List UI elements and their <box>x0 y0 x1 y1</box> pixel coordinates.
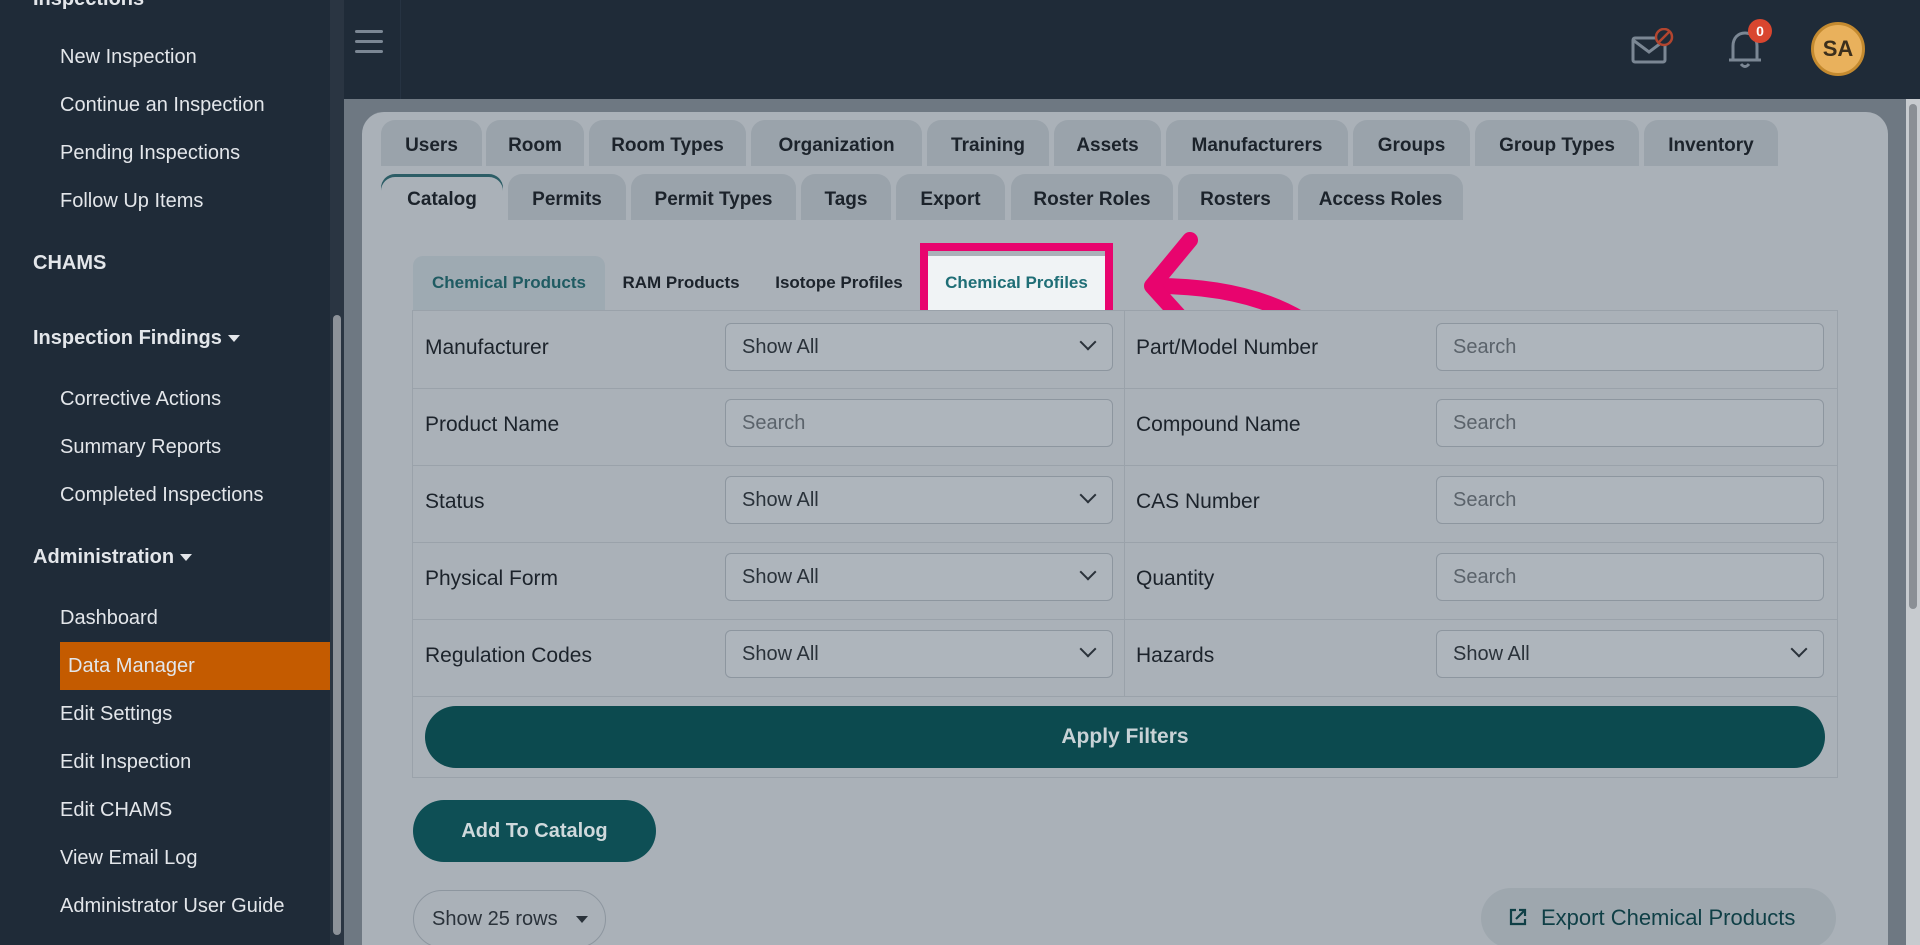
sidebar-item-new-inspection[interactable]: New Inspection <box>60 46 197 69</box>
sidebar-scrollbar-thumb[interactable] <box>333 315 341 935</box>
regulation-codes-label: Regulation Codes <box>425 644 592 667</box>
sidebar-item-follow-up-items[interactable]: Follow Up Items <box>60 190 203 213</box>
caret-down-icon <box>227 335 240 343</box>
sidebar-section-administration[interactable]: Administration <box>33 546 193 569</box>
physical-form-select[interactable]: Show All <box>725 553 1113 601</box>
compound-name-input[interactable]: Search <box>1436 399 1824 447</box>
quantity-input[interactable]: Search <box>1436 553 1824 601</box>
sidebar-item-view-email-log[interactable]: View Email Log <box>60 847 197 870</box>
tab-access-roles[interactable]: Access Roles <box>1298 174 1463 220</box>
chevron-down-icon <box>1079 486 1097 504</box>
row-divider <box>413 696 1837 697</box>
sidebar-item-edit-settings[interactable]: Edit Settings <box>60 703 172 726</box>
physical-form-label: Physical Form <box>425 567 559 590</box>
tab-room[interactable]: Room <box>486 120 584 166</box>
quantity-label: Quantity <box>1136 567 1215 590</box>
sidebar-section-inspections[interactable]: Inspections <box>33 0 144 11</box>
part-model-input[interactable]: Search <box>1436 323 1824 371</box>
sidebar-item-corrective-actions[interactable]: Corrective Actions <box>60 388 221 411</box>
add-to-catalog-button[interactable]: Add To Catalog <box>413 800 656 862</box>
cas-number-label: CAS Number <box>1136 490 1260 513</box>
hazards-label: Hazards <box>1136 644 1215 667</box>
sidebar-item-edit-chams[interactable]: Edit CHAMS <box>60 799 172 822</box>
avatar[interactable]: SA <box>1811 22 1865 76</box>
manufacturer-select[interactable]: Show All <box>725 323 1113 371</box>
select-value: Show All <box>1453 643 1530 665</box>
tab-manufacturers[interactable]: Manufacturers <box>1166 120 1348 166</box>
status-label: Status <box>425 490 485 513</box>
page-scrollbar-thumb[interactable] <box>1909 104 1917 609</box>
tab-group-types[interactable]: Group Types <box>1475 120 1639 166</box>
sidebar-item-pending-inspections[interactable]: Pending Inspections <box>60 142 240 165</box>
tab-roster-roles[interactable]: Roster Roles <box>1011 174 1173 220</box>
tab-permits[interactable]: Permits <box>508 174 626 220</box>
tab-organization[interactable]: Organization <box>751 120 922 166</box>
cas-number-input[interactable]: Search <box>1436 476 1824 524</box>
tab-groups[interactable]: Groups <box>1353 120 1470 166</box>
compound-name-label: Compound Name <box>1136 413 1301 436</box>
product-name-label: Product Name <box>425 413 560 436</box>
tab-permit-types[interactable]: Permit Types <box>631 174 796 220</box>
tab-inventory[interactable]: Inventory <box>1644 120 1778 166</box>
tab-export[interactable]: Export <box>896 174 1005 220</box>
regulation-codes-select[interactable]: Show All <box>725 630 1113 678</box>
hazards-select[interactable]: Show All <box>1436 630 1824 678</box>
tab-room-types[interactable]: Room Types <box>589 120 746 166</box>
caret-down-icon <box>180 554 193 562</box>
subtab-ram-products[interactable]: RAM Products <box>611 256 751 310</box>
sidebar-item-completed-inspections[interactable]: Completed Inspections <box>60 484 263 507</box>
part-model-label: Part/Model Number <box>1136 336 1319 359</box>
sidebar-section-inspection-findings[interactable]: Inspection Findings <box>33 327 240 350</box>
select-value: Show All <box>742 489 819 511</box>
chevron-down-icon <box>1790 640 1808 658</box>
chevron-down-icon <box>1079 333 1097 351</box>
export-chemical-products-button[interactable]: Export Chemical Products <box>1481 888 1836 945</box>
sidebar-item-admin-user-guide[interactable]: Administrator User Guide <box>60 895 285 918</box>
column-divider <box>1124 310 1125 696</box>
sidebar-item-dashboard[interactable]: Dashboard <box>60 607 158 630</box>
select-value: Show All <box>742 336 819 358</box>
export-icon <box>1509 908 1527 926</box>
top-bar <box>344 0 1920 99</box>
sidebar-section-chams[interactable]: CHAMS <box>33 252 106 275</box>
select-value: Show All <box>742 643 819 665</box>
tab-assets[interactable]: Assets <box>1054 120 1161 166</box>
sidebar-item-data-manager[interactable]: Data Manager <box>68 655 195 678</box>
product-name-input[interactable]: Search <box>725 399 1113 447</box>
apply-filters-button[interactable]: Apply Filters <box>425 706 1825 768</box>
sidebar-section-label: Administration <box>33 546 175 568</box>
chevron-down-icon <box>1079 640 1097 658</box>
row-divider <box>413 619 1837 620</box>
sidebar-section-label: Inspection Findings <box>33 327 222 349</box>
row-divider <box>413 542 1837 543</box>
row-divider <box>413 388 1837 389</box>
topbar-divider <box>400 0 401 99</box>
manufacturer-label: Manufacturer <box>425 336 549 359</box>
sidebar-item-edit-inspection[interactable]: Edit Inspection <box>60 751 191 774</box>
tab-tags[interactable]: Tags <box>801 174 891 220</box>
notification-badge: 0 <box>1748 19 1772 43</box>
chevron-down-icon <box>1079 563 1097 581</box>
tab-training[interactable]: Training <box>927 120 1049 166</box>
mail-blocked-icon[interactable] <box>1630 28 1674 68</box>
menu-icon[interactable] <box>355 30 383 54</box>
subtab-isotope-profiles[interactable]: Isotope Profiles <box>760 256 918 310</box>
tab-catalog[interactable]: Catalog <box>381 174 503 220</box>
select-value: Show All <box>742 566 819 588</box>
status-select[interactable]: Show All <box>725 476 1113 524</box>
tab-users[interactable]: Users <box>381 120 482 166</box>
sidebar-item-continue-inspection[interactable]: Continue an Inspection <box>60 94 265 117</box>
tab-rosters[interactable]: Rosters <box>1178 174 1293 220</box>
sidebar: Inspections New Inspection Continue an I… <box>0 0 330 945</box>
row-divider <box>413 465 1837 466</box>
highlight-box <box>920 243 1113 318</box>
subtab-chemical-products[interactable]: Chemical Products <box>413 256 605 310</box>
caret-down-icon <box>576 916 588 923</box>
sidebar-item-summary-reports[interactable]: Summary Reports <box>60 436 221 459</box>
